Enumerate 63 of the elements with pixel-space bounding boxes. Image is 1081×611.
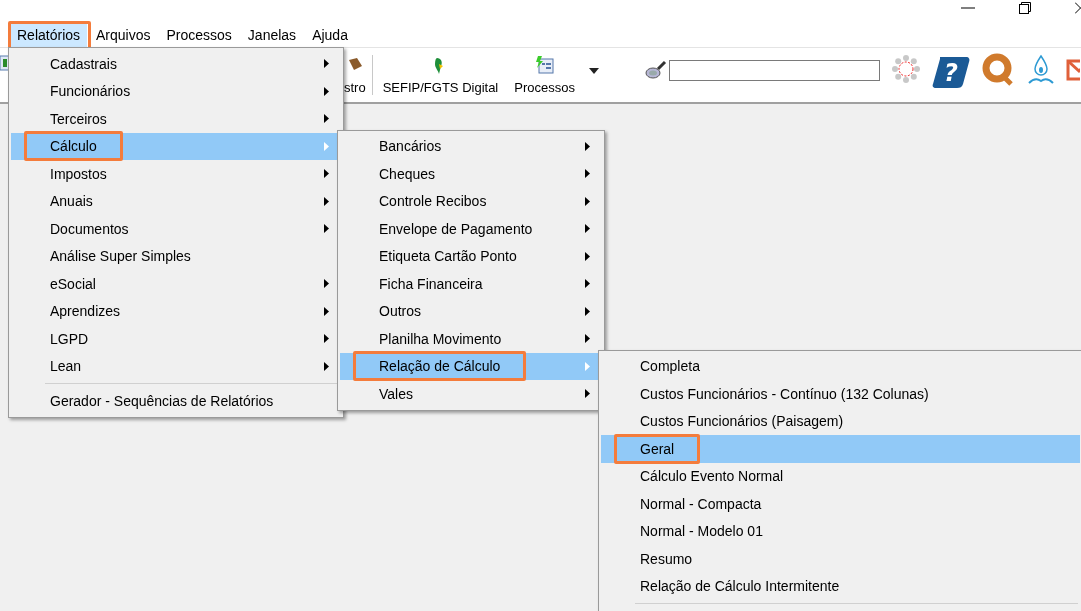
submenu-arrow-icon[interactable] — [324, 306, 329, 316]
menu-item[interactable]: Funcionários — [11, 77, 341, 105]
magnifier-icon[interactable] — [644, 60, 667, 80]
menu-bar-item[interactable]: Relatórios — [10, 22, 88, 47]
toolbar-button[interactable]: stro — [340, 55, 368, 95]
menu-item[interactable]: Cálculo Evento Normal — [601, 462, 1080, 490]
submenu-arrow-icon[interactable] — [585, 251, 590, 261]
menu-item[interactable]: Custos Funcionários (Paisagem) — [601, 407, 1080, 435]
menu-item[interactable]: Normal - Compacta — [601, 490, 1080, 518]
submenu-arrow-icon[interactable] — [585, 279, 590, 288]
menu-item[interactable]: LGPD — [11, 325, 341, 353]
menu-item[interactable]: Bancários — [340, 132, 602, 160]
menu-item[interactable]: eSocial — [11, 270, 341, 298]
menu-item[interactable]: Etiqueta Cartão Ponto — [340, 242, 602, 270]
menu-item[interactable]: Análise Super Simples — [11, 242, 341, 270]
menu-item[interactable]: Outros — [340, 297, 602, 325]
dropdown-caret-icon[interactable] — [588, 68, 599, 74]
menu-item[interactable]: Controle Recibos — [340, 187, 602, 215]
submenu-arrow-icon[interactable] — [324, 86, 329, 96]
submenu-arrow-icon[interactable] — [324, 59, 329, 68]
menu-item[interactable]: Geral — [601, 435, 1080, 463]
menu-item[interactable]: Planilha Movimento — [340, 325, 602, 353]
submenu-arrow-icon[interactable] — [585, 334, 590, 343]
submenu-arrow-icon[interactable] — [324, 114, 329, 123]
menu-bar-item[interactable]: Janelas — [240, 22, 304, 47]
toolbar-button[interactable]: Processos — [508, 55, 581, 95]
submenu-arrow-icon[interactable] — [585, 196, 590, 206]
submenu-arrow-icon[interactable] — [585, 389, 590, 398]
menu-item[interactable]: Normal - Modelo 01 — [601, 517, 1080, 545]
menu-bar-item[interactable]: Processos — [159, 22, 239, 47]
form-icon[interactable] — [534, 55, 555, 76]
menu-item[interactable]: Vales — [340, 380, 602, 408]
menu-item[interactable]: Resumo — [601, 545, 1080, 573]
menu-item[interactable]: Documentos — [11, 215, 341, 243]
menu-item[interactable]: Ficha Financeira — [340, 270, 602, 298]
menu-item[interactable]: Terceiros — [11, 105, 341, 133]
submenu-arrow-icon[interactable] — [585, 306, 590, 316]
submenu-arrow-icon[interactable] — [585, 169, 590, 178]
close-icon[interactable] — [1075, 2, 1081, 14]
submenu-arrow-icon[interactable] — [324, 361, 329, 371]
menu-item[interactable]: Anuais — [11, 187, 341, 215]
submenu-arrow-icon[interactable] — [324, 196, 329, 206]
toolbar-button[interactable]: SEFIP/FGTS Digital — [376, 55, 505, 95]
search-field[interactable] — [668, 59, 880, 81]
menu-item[interactable]: Impostos — [11, 160, 341, 188]
menu-item[interactable]: Gerador - Sequências de Relatórios — [11, 387, 341, 415]
submenu-arrow-icon[interactable] — [585, 224, 590, 233]
menu-item[interactable]: Cadastrais — [11, 50, 341, 78]
menu-item[interactable]: Lean — [11, 352, 341, 380]
menu-bar-item[interactable]: Ajuda — [305, 22, 355, 47]
menu-item[interactable]: Aprendizes — [11, 297, 341, 325]
menu-bar-item[interactable]: Arquivos — [89, 22, 158, 47]
submenu-arrow-icon[interactable] — [324, 169, 329, 178]
menu-item[interactable]: Relação de Cálculo Intermitente — [601, 572, 1080, 600]
submenu-arrow-icon[interactable] — [324, 224, 329, 233]
menu-item[interactable]: Envelope de Pagamento — [340, 215, 602, 243]
restore-icon[interactable] — [1019, 2, 1031, 14]
submenu-arrow-icon[interactable] — [585, 141, 590, 151]
menu-item[interactable]: Cheques — [340, 160, 602, 188]
menu-item[interactable]: Completa — [601, 352, 1080, 380]
submenu-arrow-icon[interactable] — [324, 334, 329, 343]
menu-item[interactable]: Custos Funcionários - Contínuo (132 Colunas) — [601, 380, 1080, 408]
submenu-arrow-icon[interactable] — [324, 279, 329, 288]
